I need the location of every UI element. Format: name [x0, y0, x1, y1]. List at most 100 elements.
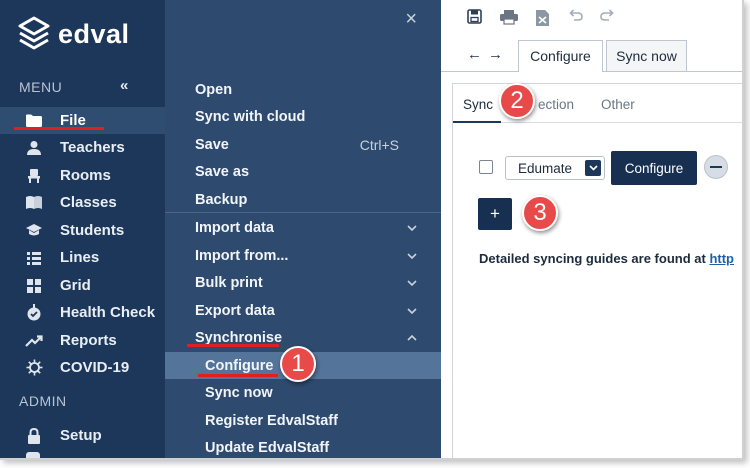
callout-1: 1	[280, 346, 316, 382]
menu-item-backup[interactable]: Backup	[165, 186, 441, 213]
menu-item-label: Register EdvalStaff	[205, 412, 338, 429]
menu-item-label: Import data	[195, 219, 274, 236]
lines-icon	[24, 251, 44, 265]
virus-icon	[24, 359, 44, 376]
sidebar-item-health-check[interactable]: Health Check	[0, 299, 165, 326]
menu-item-label: Open	[195, 81, 233, 98]
guide-text: Detailed syncing guides are found at	[479, 251, 710, 266]
logo-text: edval	[58, 18, 130, 49]
graduation-cap-icon	[24, 223, 44, 238]
underline-highlight	[198, 374, 278, 377]
menu-item-bulk-print[interactable]: Bulk print	[165, 269, 441, 296]
configure-panel	[452, 83, 742, 458]
chevron-down-icon	[407, 252, 417, 259]
back-button[interactable]: ←	[467, 46, 482, 63]
forward-button[interactable]: →	[488, 46, 503, 63]
sidebar-item-label: Grid	[60, 277, 91, 294]
export-icon[interactable]	[535, 9, 550, 27]
sync-guide-text: Detailed syncing guides are found at htt…	[479, 251, 742, 266]
callout-2: 2	[499, 83, 535, 119]
menu-item-label: Export data	[195, 302, 275, 319]
chevron-down-icon	[407, 279, 417, 286]
subtab-sync[interactable]: Sync	[463, 97, 493, 112]
menu-item-register-edvalstaff[interactable]: Register EdvalStaff	[165, 407, 441, 434]
redo-icon[interactable]	[599, 9, 615, 21]
sync-enable-checkbox[interactable]	[479, 160, 493, 174]
sidebar-item-rooms[interactable]: Rooms	[0, 162, 165, 189]
sidebar: edval MENU « File Teachers Rooms Classes…	[0, 0, 165, 458]
menu-item-label: Update EdvalStaff	[205, 439, 330, 456]
admin-heading: ADMIN	[19, 393, 67, 409]
sidebar-item-reports[interactable]: Reports	[0, 327, 165, 354]
menu-item-label: Sync with cloud	[195, 108, 306, 125]
sidebar-item-label: Rooms	[60, 167, 111, 184]
menu-item-save-as[interactable]: Save as	[165, 158, 441, 185]
guide-link[interactable]: http	[709, 251, 734, 266]
underline-highlight	[14, 127, 104, 130]
menu-item-export-data[interactable]: Export data	[165, 297, 441, 324]
callout-3: 3	[522, 195, 558, 231]
settings-icon	[26, 452, 40, 458]
subtab-connection[interactable]: ection	[538, 97, 574, 112]
sidebar-item-classes[interactable]: Classes	[0, 189, 165, 216]
underline-highlight	[187, 344, 279, 347]
active-subtab-indicator	[453, 121, 501, 123]
save-icon[interactable]	[467, 9, 482, 24]
remove-sync-button[interactable]	[704, 155, 728, 179]
lock-icon	[24, 427, 44, 444]
chevron-down-icon	[407, 307, 417, 314]
menu-item-open[interactable]: Open	[165, 76, 441, 103]
grid-icon	[24, 278, 44, 293]
menu-item-label: Backup	[195, 191, 248, 208]
folder-icon	[24, 113, 44, 128]
save-shortcut: Ctrl+S	[359, 136, 399, 153]
sidebar-item-teachers[interactable]: Teachers	[0, 134, 165, 161]
trend-icon	[24, 334, 44, 347]
chair-icon	[24, 168, 44, 184]
add-sync-button[interactable]: +	[478, 198, 512, 230]
menu-item-label: Save	[195, 136, 229, 153]
sidebar-item-grid[interactable]: Grid	[0, 272, 165, 299]
person-icon	[24, 140, 44, 156]
logo: edval	[18, 15, 130, 53]
menu-item-sync-with-cloud[interactable]: Sync with cloud	[165, 103, 441, 130]
menu-item-import-from[interactable]: Import from...	[165, 242, 441, 269]
sidebar-item-label: COVID-19	[60, 359, 130, 376]
edval-logo-icon	[18, 16, 50, 50]
book-icon	[24, 195, 44, 210]
chevron-down-icon	[585, 160, 601, 176]
sidebar-item-label: Health Check	[60, 304, 156, 321]
subtab-other[interactable]: Other	[601, 97, 635, 112]
sidebar-item-label: Teachers	[60, 139, 125, 156]
tab-sync-now[interactable]: Sync now	[606, 40, 687, 71]
undo-icon[interactable]	[568, 9, 584, 21]
health-check-icon	[24, 304, 44, 321]
menu-item-update-edvalstaff[interactable]: Update EdvalStaff	[165, 434, 441, 458]
menu-item-save[interactable]: Save Ctrl+S	[165, 131, 441, 158]
menu-item-sync-now[interactable]: Sync now	[165, 379, 441, 406]
sidebar-item-covid-19[interactable]: COVID-19	[0, 354, 165, 381]
menu-item-import-data[interactable]: Import data	[165, 214, 441, 241]
select-value: Edumate	[518, 160, 573, 176]
print-icon[interactable]	[499, 9, 519, 25]
sidebar-item-label: Lines	[60, 249, 100, 266]
sidebar-item-setup[interactable]: Setup	[0, 422, 165, 449]
close-menu-button[interactable]: ×	[405, 8, 417, 31]
sidebar-item-label: Students	[60, 222, 125, 239]
menu-item-label: Sync now	[205, 384, 273, 401]
menu-item-label: Bulk print	[195, 274, 263, 291]
configure-button[interactable]: Configure	[611, 151, 697, 185]
chevron-up-icon	[407, 334, 417, 341]
chevron-down-icon	[407, 224, 417, 231]
sync-source-select[interactable]: Edumate	[505, 156, 605, 180]
sidebar-item-lines[interactable]: Lines	[0, 244, 165, 271]
minus-icon	[710, 166, 722, 168]
collapse-sidebar-button[interactable]: «	[120, 77, 128, 94]
menu-heading: MENU	[19, 79, 63, 95]
menu-divider	[165, 212, 441, 213]
sidebar-item-students[interactable]: Students	[0, 217, 165, 244]
sidebar-item-label: Classes	[60, 194, 117, 211]
file-menu-panel: × Open Sync with cloud Save Ctrl+S Save …	[165, 0, 441, 458]
sidebar-item-label: Reports	[60, 332, 117, 349]
tab-configure[interactable]: Configure	[518, 40, 603, 71]
